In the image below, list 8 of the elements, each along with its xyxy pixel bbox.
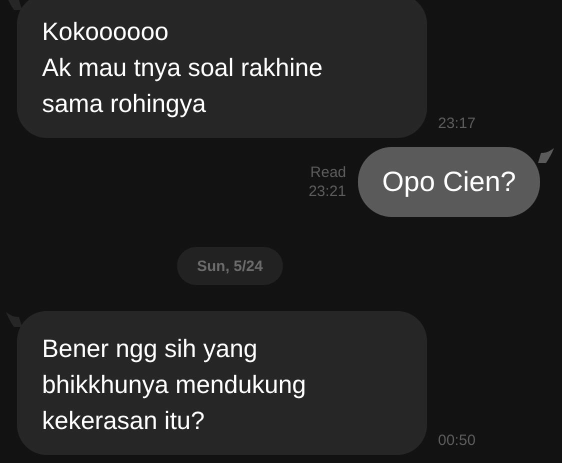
message-time: 00:50 [438,432,476,449]
message-time: 23:17 [438,115,476,132]
message-bubble: Opo Cien? [358,147,540,217]
bubble-tail-icon [538,147,554,163]
read-status: Read 23:21 [308,163,346,201]
message-bubble: Kokoooooo Ak mau tnya soal rakhine sama rohingya [17,0,427,138]
date-separator: Sun, 5/24 [177,247,283,285]
message-bubble: Bener ngg sih yang bhikkhunya mendukung kekerasan itu? [17,311,427,455]
